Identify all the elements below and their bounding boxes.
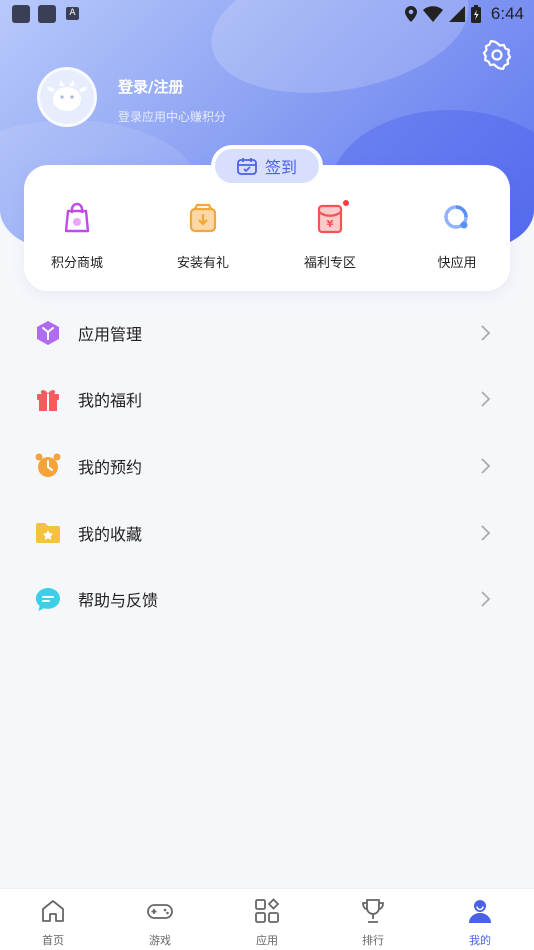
tab-label: 我的	[469, 934, 491, 947]
checkin-button[interactable]: 签到	[211, 145, 323, 187]
chevron-right-icon	[481, 525, 491, 541]
tab-games[interactable]: 游戏	[120, 897, 200, 948]
shopping-bag-icon	[64, 202, 90, 233]
menu-item-my-welfare[interactable]: 我的福利	[0, 366, 534, 432]
tab-mine[interactable]: 我的	[440, 897, 520, 948]
chevron-right-icon	[481, 591, 491, 607]
tab-label: 游戏	[149, 934, 171, 947]
bottom-tab-bar: 首页 游戏 应用 排行 我的	[0, 888, 534, 950]
tab-home[interactable]: 首页	[13, 897, 93, 948]
trophy-icon	[362, 899, 384, 923]
chevron-right-icon	[481, 458, 491, 474]
quick-action-label: 积分商城	[50, 256, 103, 271]
battery-icon	[470, 5, 481, 23]
profile-icon	[469, 900, 491, 923]
tab-label: 排行	[362, 934, 384, 947]
menu-label: 应用管理	[78, 325, 143, 344]
gift-icon	[37, 390, 59, 411]
signal-icon	[448, 6, 465, 22]
quick-action-label: 快应用	[437, 256, 477, 271]
alarm-clock-icon	[35, 453, 61, 477]
apps-grid-icon	[255, 898, 280, 923]
quick-action-label: 福利专区	[303, 256, 356, 271]
menu-label: 我的福利	[78, 391, 143, 410]
chevron-right-icon	[481, 325, 491, 341]
quick-action-welfare-zone[interactable]: ¥ 福利专区	[275, 200, 385, 271]
quick-app-icon	[444, 205, 468, 229]
location-icon	[404, 6, 417, 22]
wifi-icon	[422, 6, 443, 22]
menu-label: 我的收藏	[78, 525, 143, 544]
quick-action-quick-app[interactable]: 快应用	[402, 201, 512, 271]
login-subtitle: 登录应用中心赚积分	[118, 110, 227, 124]
gift-box-download-icon	[189, 203, 217, 233]
menu-label: 我的预约	[78, 458, 143, 477]
status-time: 6:44	[490, 4, 524, 23]
chevron-right-icon	[481, 391, 491, 407]
quick-action-install-gift[interactable]: 安装有礼	[148, 201, 258, 271]
tab-label: 首页	[42, 934, 64, 947]
notification-badge	[343, 200, 349, 206]
calendar-icon	[237, 158, 257, 175]
settings-button[interactable]	[482, 40, 512, 70]
svg-text:¥: ¥	[327, 219, 334, 230]
tab-apps[interactable]: 应用	[227, 897, 307, 948]
menu-item-help-feedback[interactable]: 帮助与反馈	[0, 566, 534, 632]
home-icon	[42, 900, 64, 922]
notification-icon	[12, 5, 30, 23]
notification-icon	[38, 5, 56, 23]
a-notification-icon: A	[66, 7, 79, 20]
app-cube-icon	[37, 321, 59, 345]
menu-item-app-management[interactable]: 应用管理	[0, 300, 534, 366]
quick-action-points-mall[interactable]: 积分商城	[22, 201, 132, 271]
tab-rankings[interactable]: 排行	[333, 897, 413, 948]
red-packet-icon: ¥	[317, 204, 343, 234]
checkin-label: 签到	[264, 158, 297, 177]
quick-action-label: 安装有礼	[176, 256, 229, 271]
menu-item-my-favorites[interactable]: 我的收藏	[0, 500, 534, 566]
chat-bubble-icon	[36, 588, 60, 611]
menu-label: 帮助与反馈	[78, 591, 159, 610]
menu-item-my-reservations[interactable]: 我的预约	[0, 433, 534, 499]
status-bar: A 6:44	[0, 0, 534, 28]
login-register-link[interactable]: 登录/注册	[118, 76, 183, 97]
gamepad-icon	[147, 904, 173, 919]
avatar[interactable]	[37, 67, 97, 127]
folder-star-icon	[36, 523, 60, 543]
tab-label: 应用	[256, 934, 278, 947]
cow-avatar-icon	[47, 80, 87, 111]
gear-icon	[482, 40, 512, 70]
